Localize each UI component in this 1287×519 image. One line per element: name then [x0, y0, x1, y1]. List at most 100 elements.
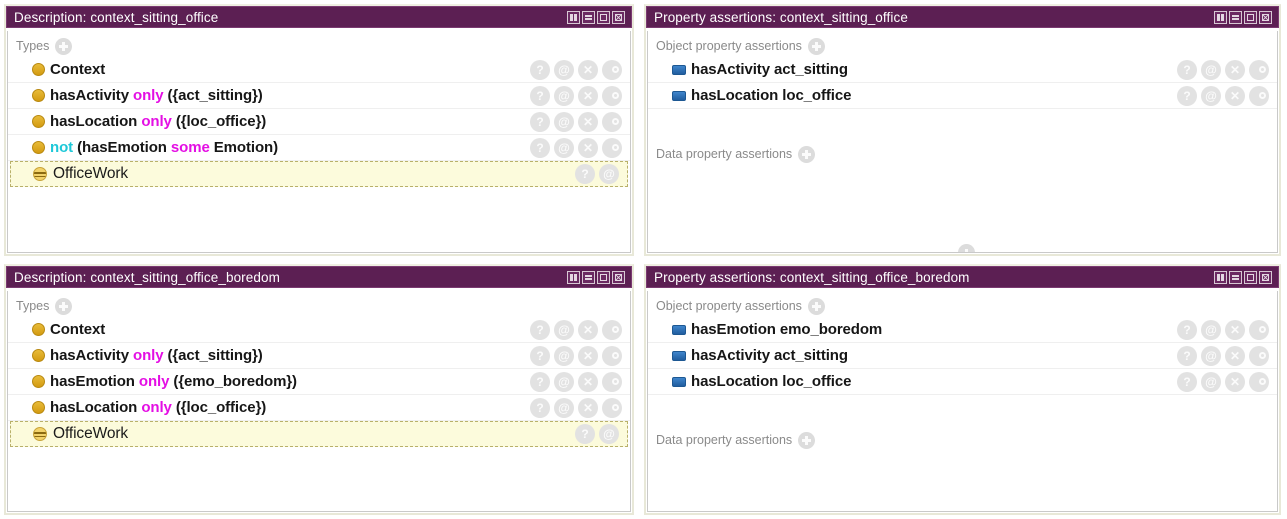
edit-icon[interactable]: o	[602, 85, 622, 106]
edit-icon[interactable]: o	[602, 137, 622, 158]
class-icon	[32, 375, 45, 388]
annotation-icon[interactable]: @	[554, 85, 574, 106]
table-row[interactable]: hasActivity only ({act_sitting})?@✕o	[8, 343, 630, 369]
delete-icon[interactable]: ✕	[578, 345, 598, 366]
annotation-icon[interactable]: @	[1201, 85, 1221, 106]
table-row[interactable]: hasLocation only ({loc_office})?@✕o	[8, 395, 630, 421]
edit-icon[interactable]: o	[602, 397, 622, 418]
help-icon[interactable]: ?	[1177, 371, 1197, 392]
maximize-icon[interactable]	[597, 270, 610, 284]
annotation-icon[interactable]: @	[1201, 371, 1221, 392]
minimize-icon[interactable]	[582, 10, 595, 24]
delete-icon[interactable]: ✕	[578, 319, 598, 340]
delete-icon[interactable]: ✕	[1225, 85, 1245, 106]
help-icon[interactable]: ?	[530, 85, 550, 106]
add-data-property-assertion-button[interactable]	[798, 145, 816, 163]
panel-body: Object property assertions hasActivity a…	[647, 31, 1278, 253]
split-view-icon[interactable]	[567, 10, 580, 24]
split-view-icon[interactable]	[1214, 270, 1227, 284]
delete-icon[interactable]: ✕	[1225, 319, 1245, 340]
edit-icon[interactable]: o	[1249, 371, 1269, 392]
help-icon[interactable]: ?	[530, 371, 550, 392]
add-data-property-assertion-button[interactable]	[798, 431, 816, 449]
delete-icon[interactable]: ✕	[1225, 59, 1245, 80]
minimize-icon[interactable]	[582, 270, 595, 284]
help-icon[interactable]: ?	[530, 111, 550, 132]
add-object-property-assertion-button[interactable]	[807, 37, 825, 55]
types-section-header: Types	[8, 31, 630, 57]
table-row-selected[interactable]: OfficeWork? @	[10, 421, 628, 447]
help-icon[interactable]: ?	[575, 424, 595, 444]
delete-icon[interactable]: ✕	[1225, 345, 1245, 366]
edit-icon[interactable]: o	[602, 59, 622, 80]
delete-icon[interactable]: ✕	[578, 111, 598, 132]
table-row[interactable]: hasLocation loc_office?@✕o	[648, 83, 1277, 109]
edit-icon[interactable]: o	[1249, 345, 1269, 366]
maximize-icon[interactable]	[1244, 10, 1257, 24]
minimize-icon[interactable]	[1229, 10, 1242, 24]
edit-icon[interactable]: o	[602, 345, 622, 366]
edit-icon[interactable]: o	[602, 319, 622, 340]
table-row[interactable]: not (hasEmotion some Emotion)?@✕o	[8, 135, 630, 161]
annotation-icon[interactable]: @	[599, 424, 619, 444]
keyword-some: some	[170, 139, 210, 156]
delete-icon[interactable]: ✕	[578, 85, 598, 106]
annotation-icon[interactable]: @	[1201, 345, 1221, 366]
annotation-icon[interactable]: @	[1201, 319, 1221, 340]
help-icon[interactable]: ?	[530, 137, 550, 158]
annotation-icon[interactable]: @	[554, 59, 574, 80]
edit-icon[interactable]: o	[602, 371, 622, 392]
table-row[interactable]: hasLocation loc_office?@✕o	[648, 369, 1277, 395]
delete-icon[interactable]: ✕	[578, 59, 598, 80]
help-icon[interactable]: ?	[530, 59, 550, 80]
maximize-icon[interactable]	[1244, 270, 1257, 284]
close-icon[interactable]	[1259, 10, 1272, 24]
delete-icon[interactable]: ✕	[578, 397, 598, 418]
minimize-icon[interactable]	[1229, 270, 1242, 284]
table-row[interactable]: Context?@✕o	[8, 57, 630, 83]
delete-icon[interactable]: ✕	[578, 137, 598, 158]
table-row[interactable]: hasLocation only ({loc_office})?@✕o	[8, 109, 630, 135]
annotation-icon[interactable]: @	[554, 371, 574, 392]
add-type-button[interactable]	[55, 37, 73, 55]
maximize-icon[interactable]	[597, 10, 610, 24]
annotation-icon[interactable]: @	[554, 111, 574, 132]
close-icon[interactable]	[612, 10, 625, 24]
table-row[interactable]: hasActivity act_sitting?@✕o	[648, 57, 1277, 83]
annotation-icon[interactable]: @	[554, 319, 574, 340]
edit-icon[interactable]: o	[602, 111, 622, 132]
split-view-icon[interactable]	[567, 270, 580, 284]
delete-icon[interactable]: ✕	[578, 371, 598, 392]
help-icon[interactable]: ?	[1177, 59, 1197, 80]
help-icon[interactable]: ?	[530, 319, 550, 340]
annotation-icon[interactable]: @	[554, 137, 574, 158]
help-icon[interactable]: ?	[1177, 345, 1197, 366]
annotation-icon[interactable]: @	[554, 397, 574, 418]
close-icon[interactable]	[1259, 270, 1272, 284]
edit-icon[interactable]: o	[1249, 319, 1269, 340]
help-icon[interactable]: ?	[530, 345, 550, 366]
edit-icon[interactable]: o	[1249, 59, 1269, 80]
edit-icon[interactable]: o	[1249, 85, 1269, 106]
add-type-button[interactable]	[55, 297, 73, 315]
table-row-selected[interactable]: OfficeWork? @	[10, 161, 628, 187]
help-icon[interactable]: ?	[530, 397, 550, 418]
delete-icon[interactable]: ✕	[1225, 371, 1245, 392]
row-text-segment: hasEmotion emo_boredom	[691, 321, 883, 338]
annotation-icon[interactable]: @	[554, 345, 574, 366]
split-view-icon[interactable]	[1214, 10, 1227, 24]
table-row[interactable]: hasActivity only ({act_sitting})?@✕o	[8, 83, 630, 109]
help-icon[interactable]: ?	[1177, 319, 1197, 340]
table-row[interactable]: hasEmotion emo_boredom?@✕o	[648, 317, 1277, 343]
table-row[interactable]: Context?@✕o	[8, 317, 630, 343]
table-row[interactable]: hasActivity act_sitting?@✕o	[648, 343, 1277, 369]
add-object-property-assertion-button[interactable]	[807, 297, 825, 315]
close-icon[interactable]	[612, 270, 625, 284]
add-negative-assertion-button[interactable]	[958, 244, 975, 252]
annotation-icon[interactable]: @	[599, 164, 619, 184]
annotation-icon[interactable]: @	[1201, 59, 1221, 80]
help-icon[interactable]: ?	[1177, 85, 1197, 106]
help-icon[interactable]: ?	[575, 164, 595, 184]
table-row[interactable]: hasEmotion only ({emo_boredom})?@✕o	[8, 369, 630, 395]
row-label: Context	[50, 61, 105, 78]
